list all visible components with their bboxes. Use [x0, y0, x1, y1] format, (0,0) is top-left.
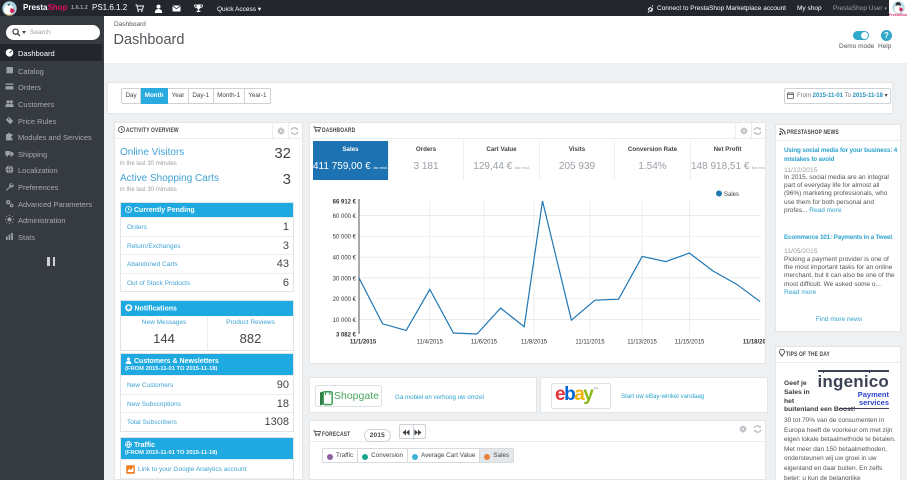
svg-text:66 912 €: 66 912 €	[333, 200, 357, 206]
svg-text:11/15/2015: 11/15/2015	[675, 340, 705, 346]
svg-text:11/11/2015: 11/11/2015	[575, 340, 605, 346]
svg-text:20 000 €: 20 000 €	[333, 297, 357, 303]
svg-text:11/6/2015: 11/6/2015	[471, 340, 498, 346]
svg-text:60 000 €: 60 000 €	[333, 214, 357, 220]
svg-text:11/13/2015: 11/13/2015	[627, 340, 657, 346]
svg-text:11/4/2015: 11/4/2015	[417, 340, 444, 346]
svg-text:40 000 €: 40 000 €	[333, 256, 357, 262]
svg-text:50 000 €: 50 000 €	[333, 235, 357, 241]
svg-text:3 082 €: 3 082 €	[336, 333, 357, 339]
svg-text:30 000 €: 30 000 €	[333, 276, 357, 282]
svg-text:11/1/2015: 11/1/2015	[350, 340, 377, 346]
svg-text:Sales: Sales	[724, 192, 739, 198]
svg-text:11/18/201: 11/18/201	[743, 340, 765, 346]
svg-text:11/8/2015: 11/8/2015	[521, 340, 548, 346]
svg-text:10 000 €: 10 000 €	[333, 318, 357, 324]
